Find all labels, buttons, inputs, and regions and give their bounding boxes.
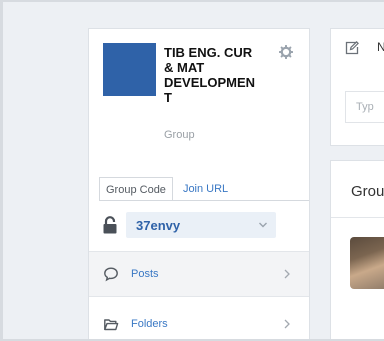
- feed-divider: [331, 217, 384, 218]
- folder-icon: [104, 319, 119, 331]
- compose-label: N: [377, 40, 384, 54]
- compose-card: N Typ: [330, 28, 384, 146]
- chevron-down-icon: [259, 222, 267, 228]
- group-feed-card: Grou: [330, 160, 384, 341]
- sidebar-item-folders-label: Folders: [131, 318, 168, 330]
- group-title: TIB ENG. CUR & MAT DEVELOPMEN T: [164, 45, 256, 105]
- sidebar-item-folders[interactable]: Folders: [89, 301, 309, 341]
- edit-icon[interactable]: [345, 41, 359, 55]
- member-avatar[interactable]: [350, 237, 384, 289]
- compose-input[interactable]: Typ: [345, 91, 384, 123]
- gear-icon[interactable]: [279, 45, 293, 59]
- tab-join-url[interactable]: Join URL: [177, 177, 234, 201]
- group-type-label: Group: [164, 129, 195, 141]
- group-card: TIB ENG. CUR & MAT DEVELOPMEN T Group Gr…: [88, 28, 310, 341]
- code-tabs: Group Code Join URL: [99, 177, 234, 201]
- group-code-select[interactable]: 37envy: [126, 212, 276, 238]
- speech-bubble-icon: [104, 267, 118, 282]
- feed-title: Grou: [351, 183, 384, 200]
- frame-left-border: [0, 0, 3, 341]
- page: TIB ENG. CUR & MAT DEVELOPMEN T Group Gr…: [0, 0, 384, 341]
- sidebar-item-posts[interactable]: Posts: [89, 251, 309, 297]
- chevron-right-icon: [284, 269, 290, 279]
- frame-top-border: [0, 0, 384, 2]
- group-avatar[interactable]: [103, 43, 156, 96]
- tab-group-code[interactable]: Group Code: [99, 177, 173, 201]
- sidebar-item-posts-label: Posts: [131, 268, 159, 280]
- group-code-row: 37envy: [99, 211, 299, 239]
- chevron-right-icon: [284, 319, 290, 329]
- lock-icon: [103, 216, 117, 234]
- group-code-value: 37envy: [136, 217, 181, 233]
- tab-divider: [99, 200, 309, 201]
